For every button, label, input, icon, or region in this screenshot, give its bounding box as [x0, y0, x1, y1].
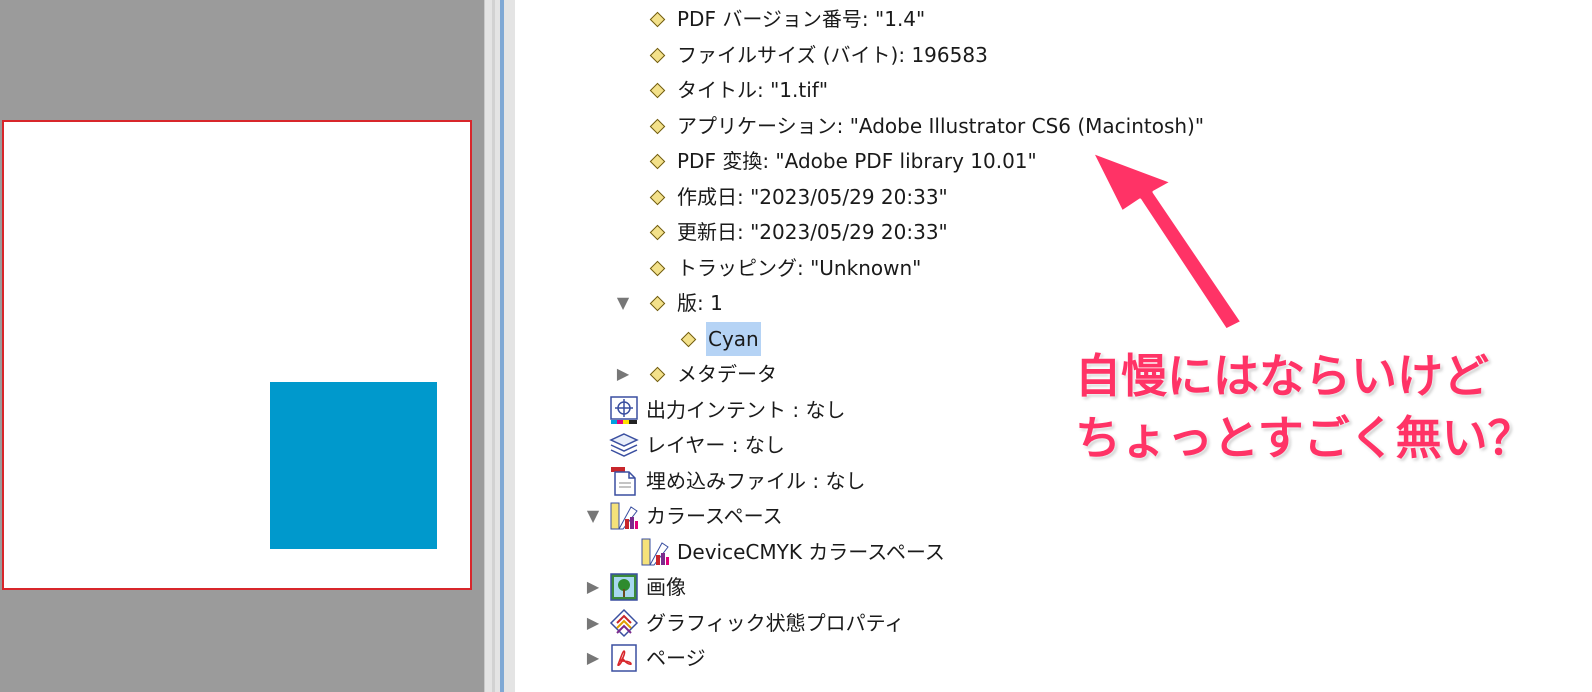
pdf-page-icon	[611, 644, 637, 672]
disclosure-collapsed-icon[interactable]: ▶	[584, 606, 602, 640]
tree-item-label: アプリケーション: "Adobe Illustrator CS6 (Macint…	[677, 114, 1205, 138]
cyan-square-shape	[270, 382, 437, 549]
tree-item-label-selected: Cyan	[706, 322, 761, 356]
annotation-line-1: 自慢にはならいけど	[1075, 349, 1489, 403]
tree-item-label: ファイルサイズ (バイト): 196583	[677, 43, 988, 67]
property-diamond-icon	[649, 295, 666, 312]
tree-item-plates[interactable]: ▼ 版: 1	[514, 286, 1514, 320]
tree-item-graphics-state[interactable]: ▶ グラフィック状態プロパティ	[514, 606, 1514, 640]
splitter-grip	[492, 0, 495, 692]
tree-item-pdf-producer[interactable]: PDF 変換: "Adobe PDF library 10.01"	[514, 144, 1514, 178]
tree-item-pdf-version[interactable]: PDF バージョン番号: "1.4"	[514, 2, 1514, 36]
graphics-state-icon	[609, 608, 639, 638]
property-diamond-icon	[680, 331, 697, 348]
color-space-icon	[641, 538, 669, 566]
preview-pane	[0, 0, 484, 692]
image-icon	[610, 573, 638, 601]
tree-item-label: 画像	[646, 575, 686, 599]
tree-item-application[interactable]: アプリケーション: "Adobe Illustrator CS6 (Macint…	[514, 109, 1514, 143]
tree-item-label: タイトル: "1.tif"	[677, 78, 829, 102]
tree-item-label: レイヤー : なし	[646, 433, 785, 457]
tree-item-file-size[interactable]: ファイルサイズ (バイト): 196583	[514, 38, 1514, 72]
disclosure-collapsed-icon[interactable]: ▶	[584, 641, 602, 675]
tree-item-devicecmyk[interactable]: DeviceCMYK カラースペース	[514, 535, 1514, 569]
property-diamond-icon	[649, 260, 666, 277]
color-space-icon	[610, 502, 638, 530]
page-preview-canvas	[2, 120, 472, 590]
tree-item-label: グラフィック状態プロパティ	[646, 611, 905, 635]
property-diamond-icon	[649, 224, 666, 241]
tree-item-label: メタデータ	[677, 362, 777, 386]
tree-item-label: 版: 1	[677, 291, 723, 315]
tree-item-label: ページ	[646, 646, 706, 670]
property-diamond-icon	[649, 82, 666, 99]
tree-item-label: カラースペース	[646, 504, 783, 528]
disclosure-collapsed-icon[interactable]: ▶	[584, 570, 602, 604]
tree-item-creation-date[interactable]: 作成日: "2023/05/29 20:33"	[514, 180, 1514, 214]
tree-item-label: 更新日: "2023/05/29 20:33"	[677, 220, 948, 244]
disclosure-expanded-icon[interactable]: ▼	[614, 286, 632, 320]
annotation-callout: 自慢にはならいけど ちょっとすごく無い？	[1075, 345, 1575, 469]
tree-item-label: PDF 変換: "Adobe PDF library 10.01"	[677, 149, 1037, 173]
tree-item-title[interactable]: タイトル: "1.tif"	[514, 73, 1514, 107]
tree-item-label: 作成日: "2023/05/29 20:33"	[677, 185, 948, 209]
property-diamond-icon	[649, 153, 666, 170]
disclosure-collapsed-icon[interactable]: ▶	[614, 357, 632, 391]
property-diamond-icon	[649, 189, 666, 206]
tree-item-label: DeviceCMYK カラースペース	[677, 540, 945, 564]
tree-item-label: トラッピング: "Unknown"	[677, 256, 922, 280]
tree-item-label: 埋め込みファイル : なし	[646, 469, 866, 493]
annotation-line-2: ちょっとすごく無い？	[1075, 411, 1534, 465]
tree-item-mod-date[interactable]: 更新日: "2023/05/29 20:33"	[514, 215, 1514, 249]
tree-item-label: 出力インテント : なし	[646, 398, 846, 422]
disclosure-expanded-icon[interactable]: ▼	[584, 499, 602, 533]
property-diamond-icon	[649, 11, 666, 28]
splitter-highlight	[500, 0, 504, 692]
output-intent-icon	[610, 396, 638, 424]
tree-item-embedded-files[interactable]: 埋め込みファイル : なし	[514, 464, 1514, 498]
tree-item-pages[interactable]: ▶ ページ	[514, 641, 1514, 675]
pane-splitter[interactable]	[484, 0, 515, 692]
tree-item-label: PDF バージョン番号: "1.4"	[677, 7, 926, 31]
tree-item-images[interactable]: ▶ 画像	[514, 570, 1514, 604]
layers-icon	[609, 433, 639, 457]
property-diamond-icon	[649, 366, 666, 383]
property-diamond-icon	[649, 118, 666, 135]
embedded-file-icon	[611, 467, 636, 496]
tree-item-trapping[interactable]: トラッピング: "Unknown"	[514, 251, 1514, 285]
tree-item-color-space[interactable]: ▼ カラースペース	[514, 499, 1514, 533]
property-diamond-icon	[649, 47, 666, 64]
annotation-arrow	[1090, 150, 1244, 332]
